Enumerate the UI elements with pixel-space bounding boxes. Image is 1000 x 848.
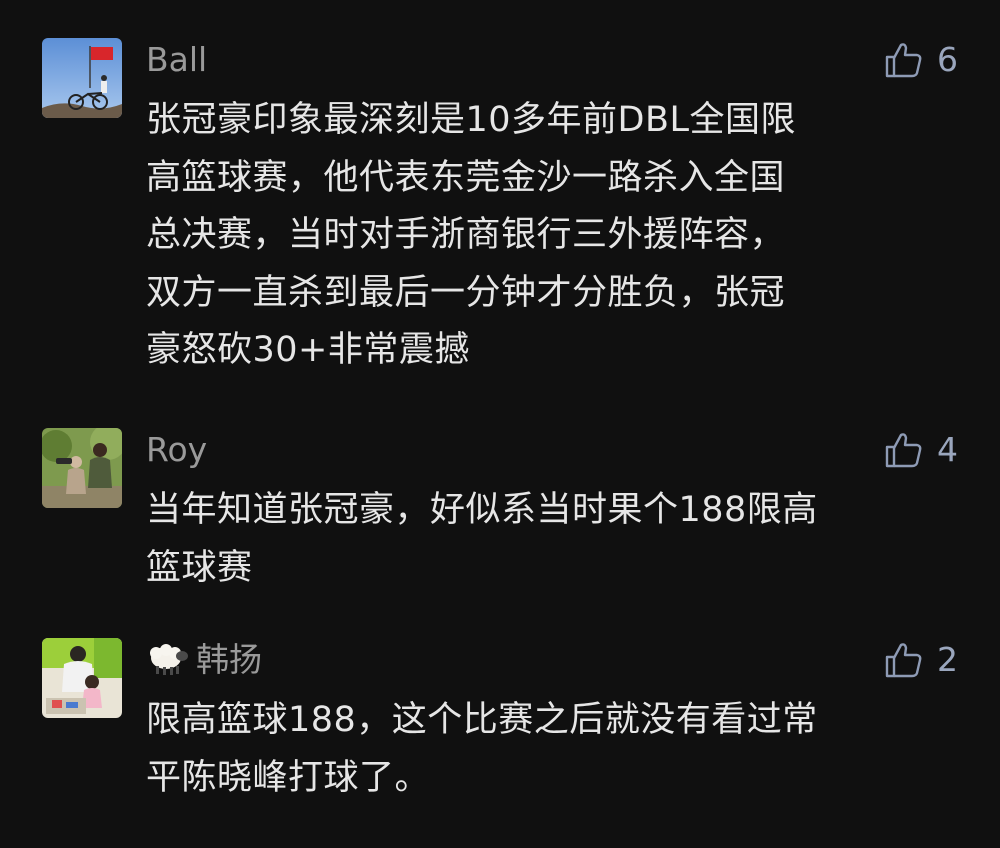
thumbs-up-icon — [885, 643, 922, 678]
thumbs-up-icon — [885, 43, 922, 78]
like-button[interactable]: 6 — [883, 38, 958, 82]
username-label: Roy — [146, 430, 208, 469]
avatar[interactable] — [42, 638, 122, 718]
comment-text-line: 平陈晓峰打球了。 — [146, 757, 431, 798]
comment-text: 张冠豪印象最深刻是10多年前DBL全国限 高篮球赛，他代表东莞金沙一路杀入全国 … — [146, 92, 946, 380]
comment-text-line: 张冠豪印象最深刻是10多年前DBL全国限 — [146, 100, 796, 140]
like-button[interactable]: 2 — [883, 638, 958, 682]
like-count: 2 — [937, 640, 958, 679]
avatar-outdoor-people-icon — [42, 428, 122, 508]
comment-text-line: 双方一直杀到最后一分钟才分胜负，张冠 — [146, 272, 786, 313]
username-label: 韩扬 — [196, 640, 262, 679]
comment-text-line: 豪怒砍30+非常震撼 — [146, 330, 470, 370]
username-label: Ball — [146, 40, 208, 79]
avatar[interactable] — [42, 428, 122, 508]
avatar[interactable] — [42, 38, 122, 118]
avatar-father-and-child-icon — [42, 638, 122, 718]
thumbs-up-icon — [885, 433, 922, 468]
username[interactable]: Roy — [146, 430, 207, 470]
comment-text-line: 高篮球赛，他代表东莞金沙一路杀入全国 — [146, 157, 786, 198]
comment-text: 当年知道张冠豪，好似系当时果个188限高 篮球赛 — [146, 482, 946, 597]
comment-text-line: 篮球赛 — [146, 547, 253, 588]
avatar-cyclist-with-flag-icon — [42, 38, 122, 118]
like-count: 4 — [937, 430, 958, 469]
username[interactable]: Ball — [146, 40, 207, 80]
comment-text: 限高篮球188，这个比赛之后就没有看过常 平陈晓峰打球了。 — [146, 692, 946, 807]
comment-text-line: 总决赛，当时对手浙商银行三外援阵容， — [146, 215, 786, 255]
like-button[interactable]: 4 — [883, 428, 958, 472]
username[interactable]: 韩扬 — [146, 640, 262, 680]
like-count: 6 — [937, 40, 958, 79]
comment-text-line: 当年知道张冠豪，好似系当时果个188限高 — [146, 490, 818, 530]
comment-text-line: 限高篮球188，这个比赛之后就没有看过常 — [146, 700, 818, 740]
sheep-icon — [150, 644, 188, 675]
